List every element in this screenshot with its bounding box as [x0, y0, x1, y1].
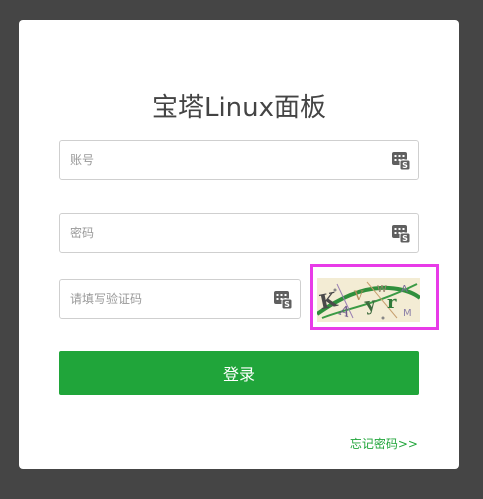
soft-keyboard-icon[interactable]: S	[392, 152, 410, 170]
svg-text:A: A	[401, 284, 408, 295]
username-field: S	[59, 140, 419, 180]
svg-text:S: S	[402, 161, 408, 170]
login-button[interactable]: 登录	[59, 351, 419, 395]
password-field: S	[59, 213, 419, 253]
svg-text:S: S	[284, 300, 290, 309]
login-card: 宝塔Linux面板 S S	[19, 20, 459, 469]
svg-text:W: W	[377, 284, 387, 295]
page-title: 宝塔Linux面板	[151, 93, 327, 123]
forgot-password-link[interactable]: 忘记密码>>	[350, 435, 418, 452]
svg-text:S: S	[402, 234, 408, 243]
soft-keyboard-icon[interactable]: S	[392, 225, 410, 243]
captcha-field: S	[59, 279, 301, 319]
svg-text:r: r	[387, 292, 397, 313]
soft-keyboard-icon[interactable]: S	[274, 291, 292, 309]
captcha-input[interactable]	[60, 280, 300, 318]
password-input[interactable]	[60, 214, 418, 252]
username-input[interactable]	[60, 141, 418, 179]
svg-text:M: M	[403, 308, 412, 319]
captcha-image[interactable]: K A V y r A W M	[317, 278, 420, 322]
svg-text:V: V	[353, 289, 364, 304]
